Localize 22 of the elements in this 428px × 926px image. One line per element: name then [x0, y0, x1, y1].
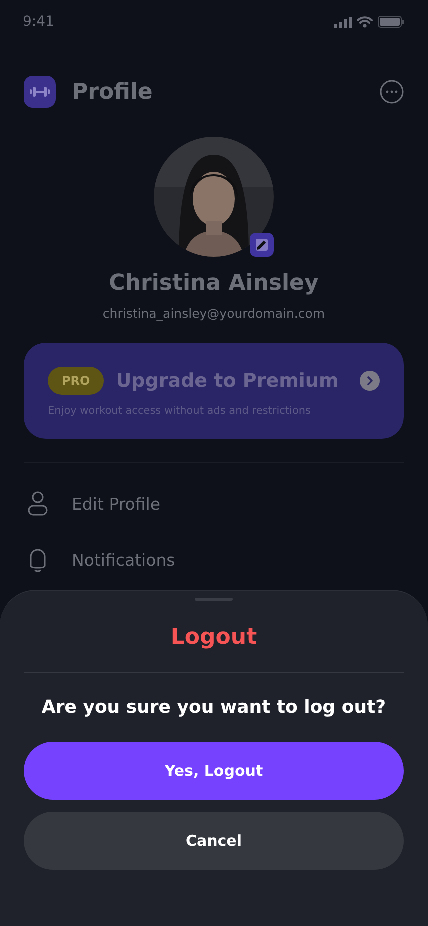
- edit-avatar-button[interactable]: [250, 233, 274, 257]
- wifi-icon: [357, 16, 373, 28]
- sheet-title: Logout: [170, 625, 258, 650]
- menu-item[interactable]: Edit Profile: [24, 489, 404, 519]
- bell-icon: [28, 547, 48, 573]
- pencil-icon: [256, 239, 268, 251]
- profile-name: Christina Ainsley: [109, 271, 319, 296]
- battery-icon: [378, 16, 404, 28]
- pro-badge: PRO: [48, 367, 104, 395]
- premium-title: Upgrade to Premium: [116, 370, 340, 392]
- signal-icon: [334, 16, 352, 28]
- cancel-button[interactable]: Cancel: [24, 812, 404, 870]
- confirm-message: Are you sure you want to log out?: [42, 697, 386, 718]
- page-title: Profile: [72, 80, 154, 104]
- person-icon: [28, 491, 48, 517]
- more-options-icon[interactable]: [380, 80, 404, 104]
- profile-email: christina_ainsley@yourdomain.com: [102, 306, 326, 321]
- chevron-right-icon: [360, 371, 380, 391]
- app-logo-icon: [24, 76, 56, 108]
- menu-item[interactable]: Notifications: [24, 545, 404, 575]
- logout-button[interactable]: Yes, Logout: [24, 742, 404, 800]
- status-time: 9:41: [23, 14, 54, 30]
